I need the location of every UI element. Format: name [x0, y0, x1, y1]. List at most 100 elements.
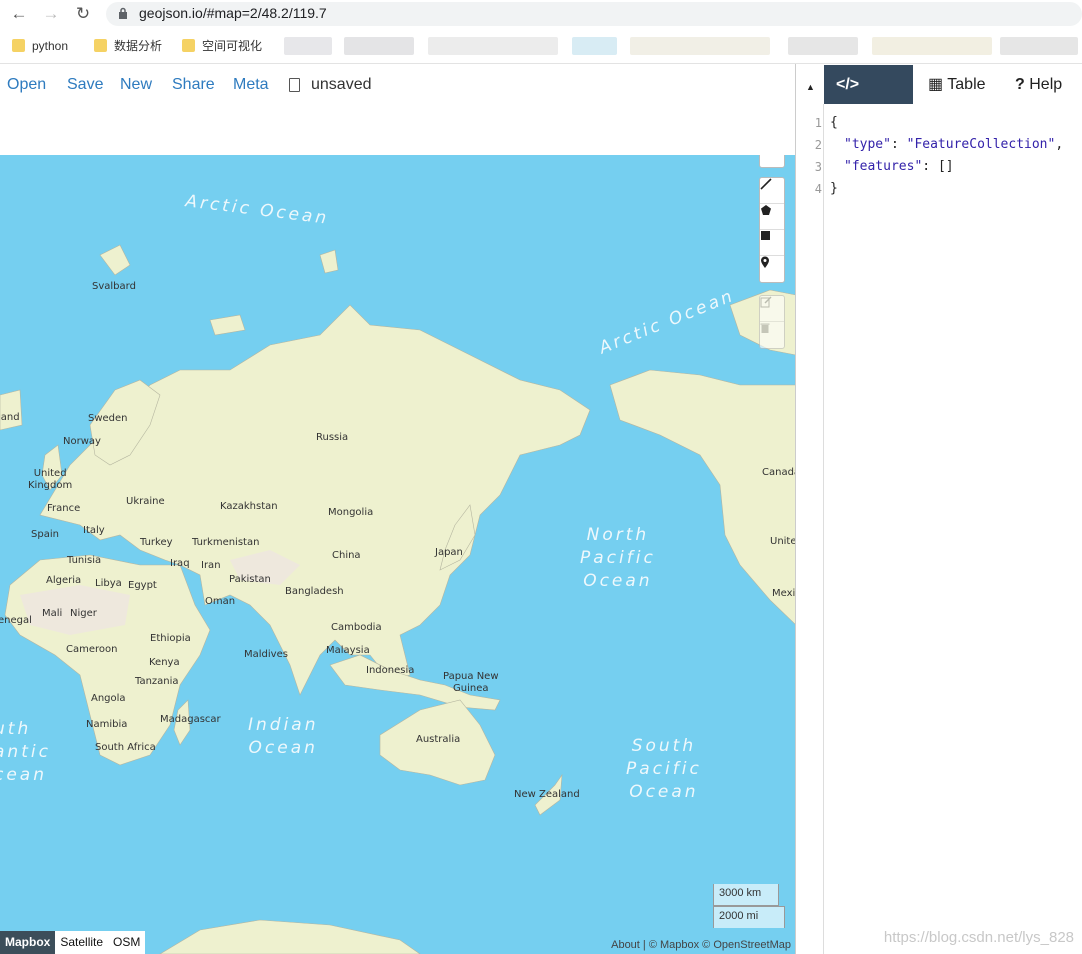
- ocean-label-south-atlantic: uth antic cean: [0, 719, 51, 785]
- place-label: Ukraine: [126, 496, 165, 507]
- place-label: Namibia: [86, 719, 128, 730]
- ocean-label-indian: Indian Ocean: [248, 715, 319, 758]
- zoom-control: + −: [759, 155, 785, 168]
- folder-icon: [94, 39, 107, 52]
- blurred-bookmark: [788, 37, 858, 55]
- browser-nav-row: ← → ↻ geojson.io/#map=2/48.2/119.7: [0, 0, 1082, 28]
- back-arrow-icon[interactable]: ←: [8, 4, 30, 24]
- place-label: Italy: [83, 525, 105, 536]
- json-editor[interactable]: 1{ 2 "type": "FeatureCollection", 3 "featu…: [796, 112, 1082, 200]
- layer-mapbox[interactable]: Mapbox: [0, 931, 56, 954]
- blurred-bookmark: [344, 37, 414, 55]
- table-icon: ▦: [928, 76, 944, 93]
- code-icon: </>: [836, 76, 860, 93]
- place-label: Egypt: [128, 580, 157, 591]
- place-label: Bangladesh: [285, 586, 344, 597]
- lock-icon: [119, 7, 127, 19]
- place-label: land: [0, 412, 20, 423]
- place-label: Cambodia: [331, 622, 382, 633]
- place-label: Maldives: [244, 649, 288, 660]
- place-label: New Zealand: [514, 789, 580, 800]
- menu-share[interactable]: Share: [172, 76, 215, 94]
- layer-osm[interactable]: OSM: [108, 931, 146, 954]
- tab-json[interactable]: </> JSON: [824, 65, 913, 132]
- place-label: Algeria: [46, 575, 82, 586]
- code-line: 4}: [814, 181, 838, 196]
- place-label: Turkmenistan: [192, 537, 260, 548]
- help-icon: ?: [1015, 76, 1025, 93]
- bookmark-data-analysis[interactable]: 数据分析: [92, 36, 162, 56]
- folder-icon: [182, 39, 195, 52]
- map-canvas[interactable]: Arctic Ocean Arctic Ocean North Pacific …: [0, 155, 796, 954]
- place-label: Cameroon: [66, 644, 118, 655]
- place-label: Papua New Guinea: [443, 671, 499, 694]
- draw-marker-icon[interactable]: [760, 256, 784, 282]
- place-label: Niger: [70, 608, 97, 619]
- blurred-bookmark: [1000, 37, 1078, 55]
- place-label: Russia: [316, 432, 349, 443]
- place-label: Japan: [435, 547, 463, 558]
- place-label: Kenya: [149, 657, 180, 668]
- reload-icon[interactable]: ↻: [72, 4, 94, 24]
- draw-polygon-icon[interactable]: [760, 204, 784, 230]
- place-label: Unite: [770, 536, 796, 547]
- place-label: France: [47, 503, 81, 514]
- draw-control: [759, 177, 785, 283]
- place-label: Canada: [762, 467, 796, 478]
- place-label: Iran: [201, 560, 221, 571]
- watermark: https://blog.csdn.net/lys_828: [883, 929, 1074, 946]
- place-label: Australia: [416, 734, 461, 745]
- place-label: Mexi: [772, 588, 796, 599]
- editor-panel: ▲ </> JSON ▦ Table ? Help 1{ 2 "type": "F…: [796, 64, 1082, 954]
- place-label: United Kingdom: [28, 468, 73, 491]
- bookmark-spatial-vis[interactable]: 空间可视化: [180, 36, 262, 56]
- blurred-bookmark: [572, 37, 617, 55]
- bookmark-python[interactable]: python: [10, 36, 68, 56]
- place-label: Norway: [63, 436, 101, 447]
- place-label: Tanzania: [135, 676, 179, 687]
- place-label: enegal: [0, 615, 32, 626]
- layer-satellite[interactable]: Satellite: [55, 931, 109, 954]
- code-line: 1{: [814, 115, 838, 130]
- menu-save[interactable]: Save: [67, 76, 103, 94]
- draw-line-icon[interactable]: [760, 178, 784, 204]
- browser-chrome: ← → ↻ geojson.io/#map=2/48.2/119.7 pytho…: [0, 0, 1082, 64]
- menu-meta[interactable]: Meta: [233, 76, 269, 94]
- map-pane: Open Save New Share Meta unsaved Arctic …: [0, 64, 796, 954]
- tab-help[interactable]: ? Help: [1003, 65, 1074, 104]
- file-menu-bar: Open Save New Share Meta unsaved: [0, 64, 796, 155]
- place-label: Pakistan: [229, 574, 271, 585]
- address-bar[interactable]: geojson.io/#map=2/48.2/119.7: [106, 2, 1082, 26]
- map-attribution[interactable]: About | © Mapbox © OpenStreetMap: [611, 939, 791, 951]
- folder-icon: [12, 39, 25, 52]
- place-label: Mali: [42, 608, 63, 619]
- code-line: 3 "features": []: [814, 159, 954, 174]
- place-label: Sweden: [88, 413, 128, 424]
- edit-icon[interactable]: [760, 296, 784, 322]
- menu-new[interactable]: New: [120, 76, 152, 94]
- place-label: Indonesia: [366, 665, 415, 676]
- place-label: Libya: [95, 578, 122, 589]
- map-landmass: [0, 244, 796, 954]
- forward-arrow-icon[interactable]: →: [40, 4, 62, 24]
- zoom-out-icon[interactable]: −: [760, 155, 784, 167]
- place-label: Malaysia: [326, 645, 370, 656]
- scale-mi: 2000 mi: [713, 906, 785, 928]
- collapse-caret-icon[interactable]: ▲: [806, 82, 815, 92]
- tab-table[interactable]: ▦ Table: [916, 65, 998, 104]
- draw-rectangle-icon[interactable]: [760, 230, 784, 256]
- file-icon: [289, 78, 300, 92]
- place-label: Svalbard: [92, 281, 136, 292]
- place-label: Kazakhstan: [220, 501, 278, 512]
- place-label: Turkey: [140, 537, 173, 548]
- place-label: Ethiopia: [150, 633, 191, 644]
- code-gutter: [796, 104, 824, 954]
- trash-icon[interactable]: [760, 322, 784, 348]
- place-label: Oman: [205, 596, 236, 607]
- place-label: South Africa: [95, 742, 156, 753]
- menu-open[interactable]: Open: [7, 76, 46, 94]
- place-label: Tunisia: [67, 555, 102, 566]
- edit-control: [759, 295, 785, 349]
- place-label: Mongolia: [328, 507, 374, 518]
- layer-switcher: Mapbox Satellite OSM: [0, 931, 146, 954]
